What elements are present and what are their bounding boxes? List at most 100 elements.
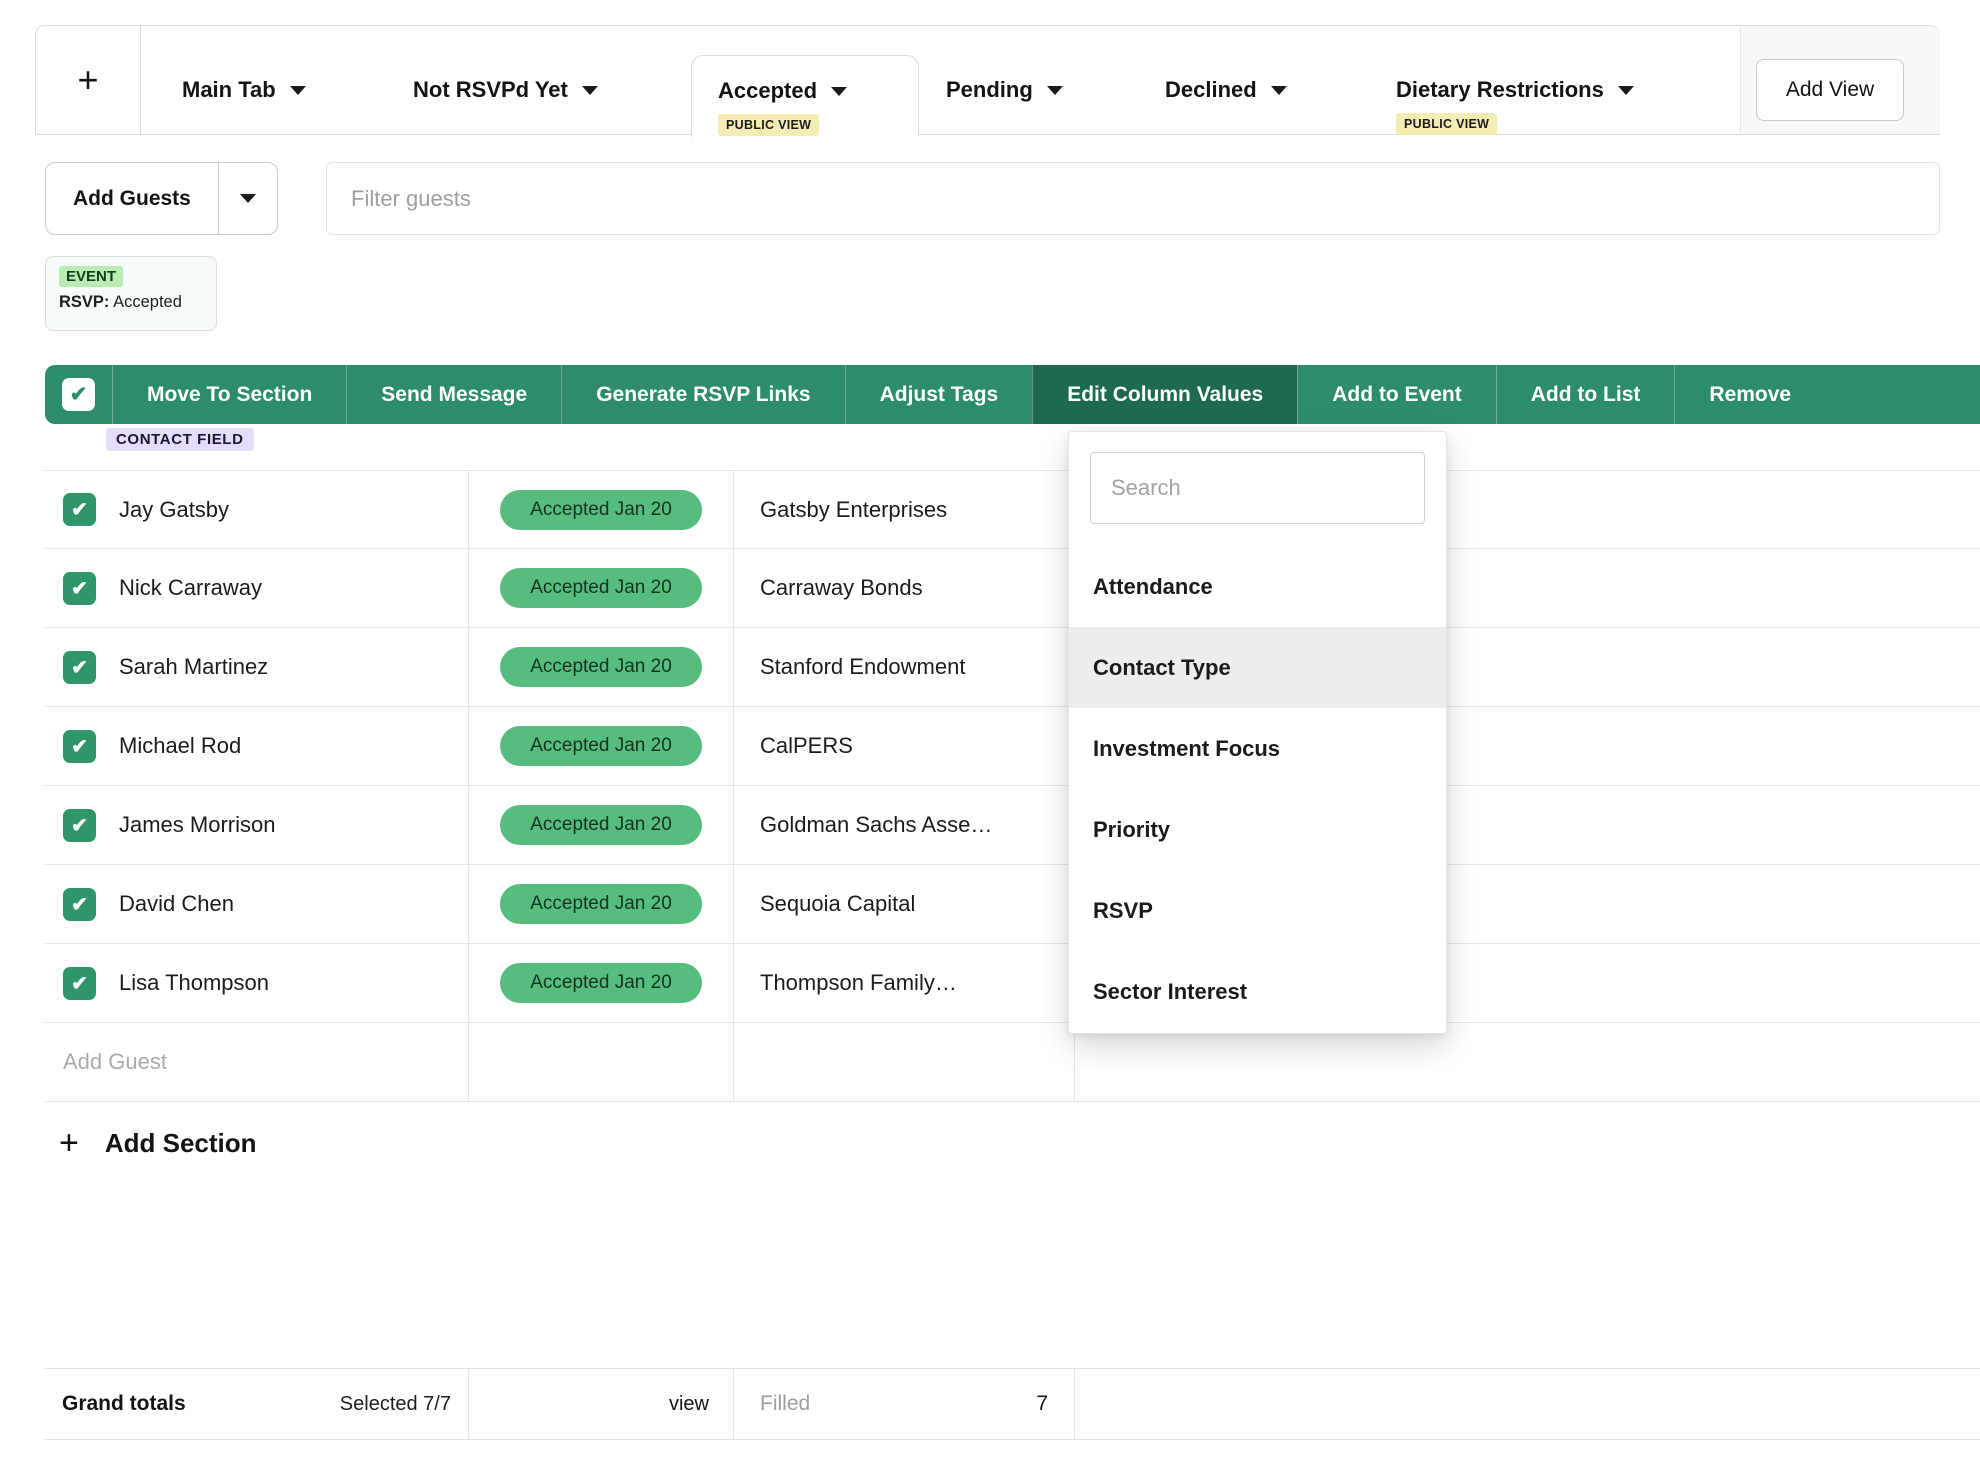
edit-column-values-menu: Attendance Contact Type Investment Focus… — [1068, 431, 1447, 1034]
table-row: Lisa Thompson Accepted Jan 20 Thompson F… — [45, 944, 1980, 1023]
rsvp-status-pill[interactable]: Accepted Jan 20 — [500, 884, 702, 924]
row-checkbox[interactable] — [63, 967, 96, 1000]
row-checkbox[interactable] — [63, 651, 96, 684]
company-cell[interactable]: Carraway Bonds — [734, 549, 1075, 627]
adjust-tags-button[interactable]: Adjust Tags — [845, 365, 1033, 424]
company-cell[interactable]: Goldman Sachs Asse… — [734, 786, 1075, 864]
public-view-badge: PUBLIC VIEW — [1396, 113, 1497, 135]
chevron-down-icon — [290, 86, 306, 95]
guest-name[interactable]: James Morrison — [119, 812, 275, 838]
guest-name[interactable]: Lisa Thompson — [119, 970, 269, 996]
rsvp-status-pill[interactable]: Accepted Jan 20 — [500, 963, 702, 1003]
remove-button[interactable]: Remove — [1674, 365, 1825, 424]
guest-name[interactable]: David Chen — [119, 891, 234, 917]
tab-accepted[interactable]: Accepted PUBLIC VIEW — [691, 55, 919, 137]
menu-item-attendance[interactable]: Attendance — [1069, 546, 1446, 627]
company-cell[interactable]: Stanford Endowment — [734, 628, 1075, 706]
row-checkbox[interactable] — [63, 809, 96, 842]
add-guest-input[interactable] — [63, 1049, 363, 1075]
rsvp-status-pill[interactable]: Accepted Jan 20 — [500, 490, 702, 530]
add-to-event-button[interactable]: Add to Event — [1297, 365, 1496, 424]
grand-totals-bar: Grand totals Selected 7/7 view Filled 7 — [45, 1368, 1980, 1440]
tab-label: Accepted — [718, 77, 817, 105]
company-cell[interactable]: Gatsby Enterprises — [734, 471, 1075, 548]
guest-name[interactable]: Sarah Martinez — [119, 654, 268, 680]
rsvp-status-pill[interactable]: Accepted Jan 20 — [500, 726, 702, 766]
add-section-label: Add Section — [105, 1128, 257, 1159]
tab-label: Declined — [1165, 76, 1257, 104]
filter-chip-rsvp-accepted[interactable]: EVENT RSVP: Accepted — [45, 256, 217, 331]
new-view-tab-button[interactable]: + — [36, 26, 141, 134]
menu-item-rsvp[interactable]: RSVP — [1069, 870, 1446, 951]
grand-totals-label: Grand totals — [62, 1392, 186, 1416]
filled-label: Filled — [760, 1392, 810, 1416]
chevron-down-icon — [831, 87, 847, 96]
menu-item-priority[interactable]: Priority — [1069, 789, 1446, 870]
move-to-section-button[interactable]: Move To Section — [112, 365, 346, 424]
company-cell[interactable]: CalPERS — [734, 707, 1075, 785]
row-checkbox[interactable] — [63, 493, 96, 526]
add-view-zone: Add View — [1740, 26, 1940, 134]
event-tag: EVENT — [59, 266, 123, 287]
add-section-button[interactable]: + Add Section — [59, 1108, 257, 1178]
add-guests-split-button: Add Guests — [45, 162, 278, 235]
view-tab-bar: + Main Tab Not RSVPd Yet Accepted PUBLIC… — [35, 25, 1940, 135]
row-checkbox[interactable] — [63, 572, 96, 605]
plus-icon: + — [59, 1126, 79, 1160]
add-view-button[interactable]: Add View — [1756, 59, 1904, 121]
table-row: Michael Rod Accepted Jan 20 CalPERS — [45, 707, 1980, 786]
chevron-down-icon — [1271, 86, 1287, 95]
menu-item-contact-type[interactable]: Contact Type — [1069, 627, 1446, 708]
send-message-button[interactable]: Send Message — [346, 365, 561, 424]
guest-table: Jay Gatsby Accepted Jan 20 Gatsby Enterp… — [45, 470, 1980, 1102]
rsvp-status-pill[interactable]: Accepted Jan 20 — [500, 568, 702, 608]
filled-value: 7 — [1036, 1392, 1048, 1416]
chevron-down-icon — [1047, 86, 1063, 95]
guest-name[interactable]: Nick Carraway — [119, 575, 262, 601]
rsvp-status-pill[interactable]: Accepted Jan 20 — [500, 647, 702, 687]
selected-count: Selected 7/7 — [340, 1393, 451, 1416]
table-row: James Morrison Accepted Jan 20 Goldman S… — [45, 786, 1980, 865]
contact-field-column-tag: CONTACT FIELD — [106, 428, 254, 451]
plus-icon: + — [77, 59, 98, 101]
add-to-list-button[interactable]: Add to List — [1496, 365, 1675, 424]
tab-label: Main Tab — [182, 76, 276, 104]
company-cell[interactable]: Sequoia Capital — [734, 865, 1075, 943]
select-all-checkbox[interactable] — [62, 378, 95, 411]
tab-dietary-restrictions[interactable]: Dietary Restrictions PUBLIC VIEW — [1396, 76, 1634, 135]
table-row: David Chen Accepted Jan 20 Sequoia Capit… — [45, 865, 1980, 944]
add-guest-row — [45, 1023, 1980, 1102]
tab-declined[interactable]: Declined — [1165, 76, 1287, 104]
menu-item-sector-interest[interactable]: Sector Interest — [1069, 951, 1446, 1032]
tab-main-tab[interactable]: Main Tab — [182, 76, 306, 104]
chevron-down-icon — [240, 194, 256, 203]
company-cell[interactable]: Thompson Family… — [734, 944, 1075, 1022]
menu-item-investment-focus[interactable]: Investment Focus — [1069, 708, 1446, 789]
edit-column-values-button[interactable]: Edit Column Values — [1032, 365, 1297, 424]
filter-guests-input[interactable] — [326, 162, 1940, 235]
filter-value: Accepted — [109, 293, 181, 311]
tab-pending[interactable]: Pending — [946, 76, 1063, 104]
table-row: Sarah Martinez Accepted Jan 20 Stanford … — [45, 628, 1980, 707]
guest-name[interactable]: Jay Gatsby — [119, 497, 229, 523]
tab-label: Dietary Restrictions — [1396, 76, 1604, 104]
public-view-badge: PUBLIC VIEW — [718, 114, 819, 136]
bulk-action-toolbar: Move To Section Send Message Generate RS… — [45, 365, 1980, 424]
chevron-down-icon — [1618, 86, 1634, 95]
column-search-input[interactable] — [1090, 452, 1425, 524]
row-checkbox[interactable] — [63, 888, 96, 921]
generate-rsvp-links-button[interactable]: Generate RSVP Links — [561, 365, 844, 424]
view-label[interactable]: view — [669, 1393, 709, 1416]
table-row: Jay Gatsby Accepted Jan 20 Gatsby Enterp… — [45, 470, 1980, 549]
table-row: Nick Carraway Accepted Jan 20 Carraway B… — [45, 549, 1980, 628]
add-guests-dropdown-toggle[interactable] — [219, 163, 277, 234]
filter-field-label: RSVP: — [59, 293, 109, 311]
add-guests-button[interactable]: Add Guests — [46, 163, 218, 234]
tab-label: Not RSVPd Yet — [413, 76, 568, 104]
row-checkbox[interactable] — [63, 730, 96, 763]
guest-name[interactable]: Michael Rod — [119, 733, 241, 759]
tab-not-rsvpd-yet[interactable]: Not RSVPd Yet — [413, 76, 598, 104]
rsvp-status-pill[interactable]: Accepted Jan 20 — [500, 805, 702, 845]
chevron-down-icon — [582, 86, 598, 95]
tab-label: Pending — [946, 76, 1033, 104]
